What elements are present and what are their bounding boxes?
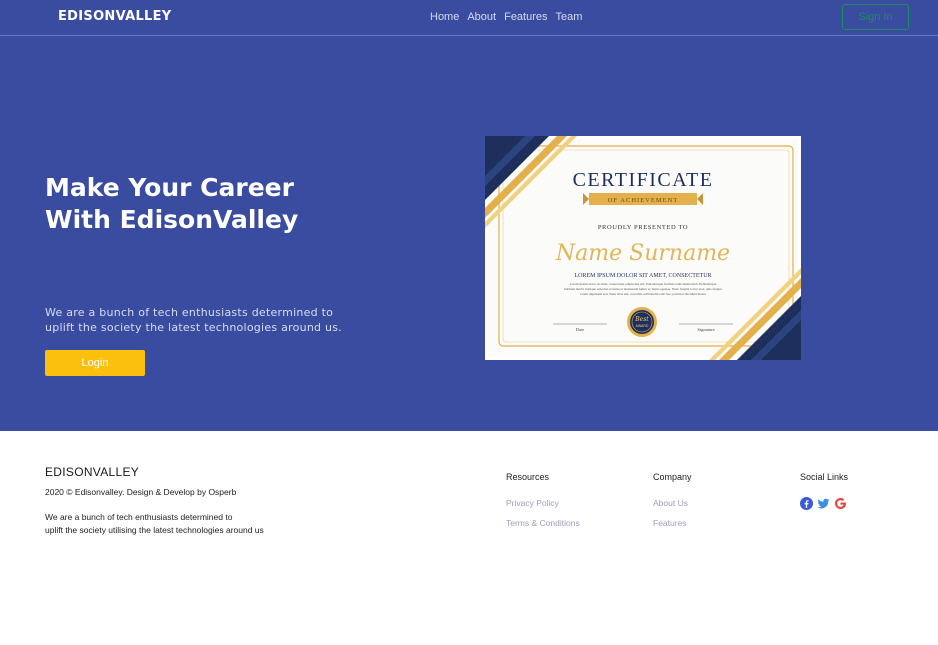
- nav-link-about[interactable]: About: [467, 11, 496, 23]
- twitter-icon[interactable]: [817, 497, 830, 510]
- hero-headline-line1: Make Your Career: [45, 173, 294, 202]
- certificate-subtitle: OF ACHIEVEMENT: [608, 197, 679, 204]
- award-badge-line1: Best: [634, 316, 649, 323]
- certificate-date-label: Date: [576, 327, 585, 332]
- company-heading: Company: [653, 472, 692, 482]
- features-link[interactable]: Features: [653, 518, 687, 528]
- social-links-heading: Social Links: [800, 472, 849, 482]
- certificate-signature-label: Signature: [697, 327, 714, 332]
- brand-logo[interactable]: EDISONVALLEY: [58, 9, 172, 24]
- certificate-image: CERTIFICATE OF ACHIEVEMENT PROUDLY PRESE…: [485, 136, 801, 360]
- certificate-name: Name Surname: [555, 241, 730, 266]
- nav-link-features[interactable]: Features: [504, 11, 547, 23]
- privacy-policy-link[interactable]: Privacy Policy: [506, 498, 559, 508]
- hero-section: EDISONVALLEY Home About Features Team Si…: [0, 0, 938, 431]
- certificate-presented: PROUDLY PRESENTED TO: [598, 224, 688, 231]
- hero-tagline-line1: We are a bunch of tech enthusiasts deter…: [45, 306, 334, 319]
- login-button[interactable]: Login: [45, 350, 145, 376]
- resources-heading: Resources: [506, 472, 550, 482]
- footer-copyright: 2020 © Edisonvalley. Design & Develop by…: [45, 487, 237, 497]
- google-icon[interactable]: [834, 497, 847, 510]
- award-badge-line2: AWARD: [636, 324, 649, 328]
- nav-link-team[interactable]: Team: [556, 11, 583, 23]
- footer-description-line2: uplift the society utilising the latest …: [45, 524, 264, 535]
- facebook-icon[interactable]: [800, 497, 813, 510]
- footer-description: We are a bunch of tech enthusiasts deter…: [45, 511, 305, 536]
- sign-in-button[interactable]: Sign In: [842, 4, 909, 30]
- navbar: EDISONVALLEY Home About Features Team Si…: [0, 0, 938, 36]
- hero-tagline: We are a bunch of tech enthusiasts deter…: [45, 306, 365, 335]
- footer-brand[interactable]: EDISONVALLEY: [45, 465, 139, 479]
- nav-link-home[interactable]: Home: [430, 11, 459, 23]
- hero-headline-line2: With EdisonValley: [45, 205, 299, 234]
- terms-conditions-link[interactable]: Terms & Conditions: [506, 518, 580, 528]
- certificate-title: CERTIFICATE: [573, 169, 714, 191]
- certificate-lorem: LOREM IPSUM DOLOR SIT AMET, CONSECTETUR: [574, 273, 711, 279]
- hero-tagline-line2: uplift the society the latest technologi…: [45, 320, 342, 334]
- footer-description-line1: We are a bunch of tech enthusiasts deter…: [45, 512, 233, 522]
- about-us-link[interactable]: About Us: [653, 498, 688, 508]
- nav-links: Home About Features Team: [430, 11, 582, 23]
- hero-headline: Make Your Career With EdisonValley: [45, 172, 365, 236]
- social-icons: [800, 497, 847, 510]
